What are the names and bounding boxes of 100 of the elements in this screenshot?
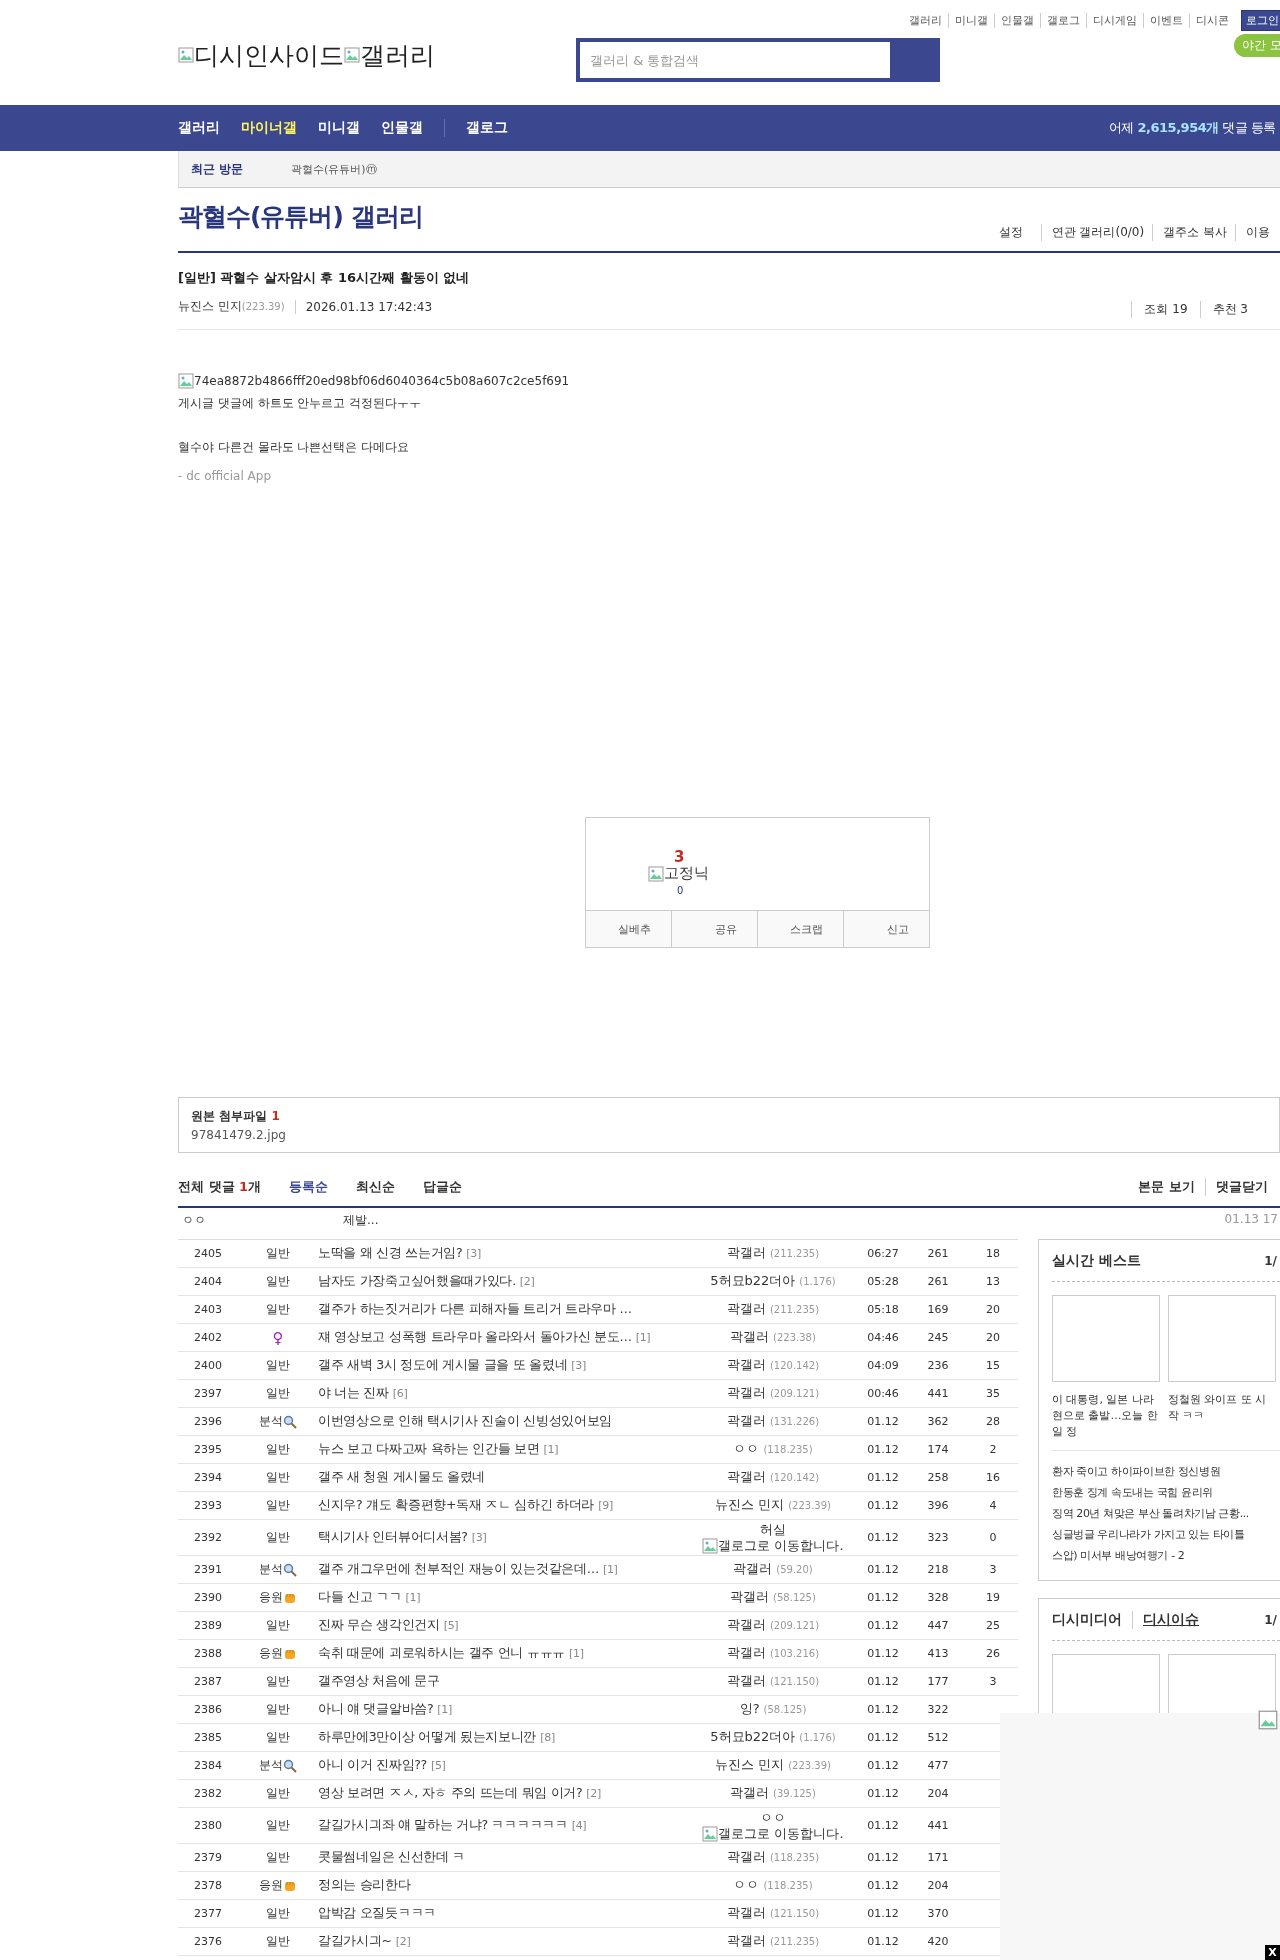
writer-name[interactable]: 곽갤러 (118.235) <box>726 1849 820 1866</box>
post-row[interactable]: 2390 응원 다들 신고 ㄱㄱ [1] 곽갤러 (58.125) 01.12 328 19 <box>178 1584 1018 1612</box>
writer-name[interactable]: 곽갤러 (120.142) <box>726 1469 820 1486</box>
post-link[interactable]: 신지우? 걔도 확증편향+독재 ㅈㄴ 심하긴 하더라 [9] <box>318 1497 688 1514</box>
post-link[interactable]: 압박감 오질듯ㅋㅋㅋ <box>318 1905 688 1922</box>
post-row[interactable]: 2387 일반 갤주영상 처음에 문구 곽갤러 (121.150) 01.12 177 3 <box>178 1668 1018 1696</box>
post-link[interactable]: 갤주 새벽 3시 정도에 게시물 글을 또 올렸네 [3] <box>318 1357 688 1374</box>
post-link[interactable]: 아니 얘 댓글알바씀? [1] <box>318 1701 688 1718</box>
post-link[interactable]: 숙취 때문에 괴로워하시는 갤주 언니 ㅠㅠㅠ [1] <box>318 1645 688 1662</box>
post-link[interactable]: 영상 보려면 ㅈㅅ, 자ㅎ 주의 뜨는데 뭐임 이거? [2] <box>318 1785 688 1802</box>
writer-name[interactable]: 5허묘b22더아 (1.176) <box>710 1729 836 1746</box>
best-post-link[interactable]: 정철원 와이프 또 시작 ㅋㅋ <box>1168 1392 1276 1424</box>
gallery-tool-link[interactable]: 연관 갤러리(0/0) <box>1040 224 1153 241</box>
nav-tab[interactable]: 마이너갤 <box>241 119 297 137</box>
writer-name[interactable]: 곽갤러 (223.38) <box>730 1329 816 1346</box>
writer-name[interactable]: ㅇㅇ <box>760 1809 786 1826</box>
top-link[interactable]: 이벤트 <box>1143 13 1189 28</box>
writer-name[interactable]: 뉴진스 민지 (223.39) <box>715 1757 831 1774</box>
sort-tab[interactable]: 최신순 <box>356 1178 396 1196</box>
site-logo[interactable]: 디시인사이드 갤러리 <box>178 38 435 72</box>
writer-name[interactable]: 곽갤러 (209.121) <box>726 1617 820 1634</box>
post-link[interactable]: 콧물썸네일은 신선한데 ㅋ <box>318 1849 688 1866</box>
writer-name[interactable]: 곽갤러 (131.226) <box>726 1413 820 1430</box>
post-link[interactable]: 남자도 가장죽고싶어했을때가있다. [2] <box>318 1273 688 1290</box>
best-post-link[interactable]: 싱글벙글 우리나라가 가지고 있는 타이틀 <box>1052 1524 1280 1545</box>
gallery-tool-link[interactable]: 이용 <box>1235 224 1278 241</box>
writer-name[interactable]: 곽갤러 (103.216) <box>726 1645 820 1662</box>
top-link[interactable]: 갤로그 <box>1040 13 1086 28</box>
post-row[interactable]: 2402 ♀ 쟤 영상보고 성폭행 트라우마 올라와서 돌아가신 분도… [1] 곽갤러 (223.38) 04:46 245 20 <box>178 1324 1018 1352</box>
post-link[interactable]: 다들 신고 ㄱㄱ [1] <box>318 1589 688 1606</box>
best-post-link[interactable]: 이 대통령, 일본 나라현으로 출발…오늘 한일 정 <box>1052 1392 1160 1440</box>
nav-tab[interactable]: 갤러리 <box>178 119 220 137</box>
best-post-link[interactable]: 스압) 미서부 배낭여행기 - 2 <box>1052 1545 1280 1566</box>
gallery-tool-link[interactable]: 갤주소 복사 <box>1152 224 1235 241</box>
best-post-link[interactable]: 징역 20년 쳐맞은 부산 돌려차기남 근황... <box>1052 1503 1280 1524</box>
action-button[interactable]: 실베추 <box>586 911 671 947</box>
post-author[interactable]: 뉴진스 민지 <box>178 298 242 315</box>
post-row[interactable]: 2404 일반 남자도 가장죽고싶어했을때가있다. [2] 5허묘b22더아 (1.176) 05:28 261 13 <box>178 1268 1018 1296</box>
gallog-alt-text[interactable]: 갤로그로 이동합니다. <box>718 1537 844 1554</box>
post-link[interactable]: 아니 이거 진짜임?? [5] <box>318 1757 688 1774</box>
comment-tool-link[interactable]: 댓글닫기 <box>1205 1178 1278 1196</box>
writer-name[interactable]: 잉? (58.125) <box>739 1701 807 1718</box>
post-row[interactable]: 2391 분석 갤주 개그우먼에 천부적인 재능이 있는것같은데… [1] 곽갤러 (59.20) 01.12 218 3 <box>178 1556 1018 1584</box>
writer-name[interactable]: ㅇㅇ (118.235) <box>733 1877 813 1894</box>
post-link[interactable]: 택시기사 인터뷰어디서봄? [3] <box>318 1529 688 1546</box>
nav-tab[interactable]: 인물갤 <box>381 119 423 137</box>
top-link[interactable]: 인물갤 <box>994 13 1040 28</box>
writer-name[interactable]: 곽갤러 (209.121) <box>726 1385 820 1402</box>
writer-name[interactable]: 곽갤러 (120.142) <box>726 1357 820 1374</box>
writer-name[interactable]: 곽갤러 (121.150) <box>726 1905 820 1922</box>
sort-tab[interactable]: 답글순 <box>423 1178 463 1196</box>
post-row[interactable]: 2393 일반 신지우? 걔도 확증편향+독재 ㅈㄴ 심하긴 하더라 [9] 뉴진스 민지 (223.39) 01.12 396 4 <box>178 1492 1018 1520</box>
thumbnail-frame[interactable] <box>1052 1295 1160 1382</box>
thumbnail-frame[interactable] <box>1168 1295 1276 1382</box>
post-link[interactable]: 갤주 새 청원 게시물도 올렸네 <box>318 1469 688 1486</box>
post-row[interactable]: 2400 일반 갤주 새벽 3시 정도에 게시물 글을 또 올렸네 [3] 곽갤러 (120.142) 04:09 236 15 <box>178 1352 1018 1380</box>
writer-name[interactable]: 곽갤러 (58.125) <box>730 1589 816 1606</box>
writer-name[interactable]: 곽갤러 (59.20) <box>733 1561 813 1578</box>
gallog-alt-text[interactable]: 갤로그로 이동합니다. <box>718 1825 844 1842</box>
writer-name[interactable]: 뉴진스 민지 (223.39) <box>715 1497 831 1514</box>
nav-tab[interactable]: 미니갤 <box>318 119 360 137</box>
close-button[interactable]: X <box>1265 1945 1280 1960</box>
comment-tool-link[interactable]: 본문 보기 <box>1128 1178 1205 1196</box>
sort-tab[interactable]: 등록순 <box>289 1178 329 1196</box>
post-row[interactable]: 2395 일반 뉴스 보고 다짜고짜 욕하는 인간들 보면 [1] ㅇㅇ (118.235) 01.12 174 2 <box>178 1436 1018 1464</box>
writer-name[interactable]: ㅇㅇ (118.235) <box>733 1441 813 1458</box>
post-link[interactable]: 정의는 승리한다 <box>318 1877 688 1894</box>
post-link[interactable]: 노딱을 왜 신경 쓰는거임? [3] <box>318 1245 688 1262</box>
post-link[interactable]: 쟤 영상보고 성폭행 트라우마 올라와서 돌아가신 분도… [1] <box>318 1329 688 1346</box>
top-link[interactable]: 갤러리 <box>903 13 948 28</box>
post-link[interactable]: 하루만에3만이상 어떻게 됬는지보니깐 [8] <box>318 1729 688 1746</box>
search-field[interactable]: 갤러리 & 통합검색 <box>580 42 890 78</box>
gallery-tool-link[interactable]: 설정 <box>988 224 1031 241</box>
panel-tab[interactable]: 디시이슈 <box>1132 1610 1199 1629</box>
post-link[interactable]: 뉴스 보고 다짜고짜 욕하는 인간들 보면 [1] <box>318 1441 688 1458</box>
action-button[interactable]: 신고 <box>843 911 929 947</box>
post-row[interactable]: 2396 분석 이번영상으로 인해 택시기사 진술이 신빙성있어보임 곽갤러 (131.226) 01.12 362 28 <box>178 1408 1018 1436</box>
post-link[interactable]: 갤주가 하는짓거리가 다른 피해자들 트리거 트라우마 … <box>318 1301 688 1318</box>
post-link[interactable]: 갤주 개그우먼에 천부적인 재능이 있는것같은데… [1] <box>318 1561 688 1578</box>
post-link[interactable]: 갈길가시긔좌 얘 말하는 거냐? ㅋㅋㅋㅋㅋㅋ [4] <box>318 1817 688 1834</box>
post-link[interactable]: 진짜 무슨 생각인건지 [5] <box>318 1617 688 1634</box>
attachment-file-link[interactable]: 97841479.2.jpg <box>191 1128 1267 1142</box>
recent-gallery-link[interactable]: 곽혈수(유튜버)ⓜ <box>291 161 377 177</box>
post-link[interactable]: 갤주영상 처음에 문구 <box>318 1673 688 1690</box>
writer-name[interactable]: 곽갤러 (39.125) <box>730 1785 816 1802</box>
nav-tab[interactable]: 갤로그 <box>444 119 508 137</box>
action-button[interactable]: 공유 <box>671 911 757 947</box>
writer-name[interactable]: 곽갤러 (211.235) <box>726 1245 820 1262</box>
writer-name[interactable]: 5허묘b22더아 (1.176) <box>710 1273 836 1290</box>
top-link[interactable]: 디시게임 <box>1086 13 1143 28</box>
post-row[interactable]: 2394 일반 갤주 새 청원 게시물도 올렸네 곽갤러 (120.142) 01.12 258 16 <box>178 1464 1018 1492</box>
post-row[interactable]: 2392 일반 택시기사 인터뷰어디서봄? [3] 허실 갤로그로 이동합니다. 01.12 323 0 <box>178 1520 1018 1556</box>
post-row[interactable]: 2389 일반 진짜 무슨 생각인건지 [5] 곽갤러 (209.121) 01.12 447 25 <box>178 1612 1018 1640</box>
writer-name[interactable]: 허실 <box>760 1521 786 1538</box>
action-button[interactable]: 스크랩 <box>757 911 843 947</box>
writer-name[interactable]: 곽갤러 (121.150) <box>726 1673 820 1690</box>
writer-name[interactable]: 곽갤러 (211.235) <box>726 1301 820 1318</box>
post-link[interactable]: 이번영상으로 인해 택시기사 진술이 신빙성있어보임 <box>318 1413 688 1430</box>
post-row[interactable]: 2388 응원 숙취 때문에 괴로워하시는 갤주 언니 ㅠㅠㅠ [1] 곽갤러 (103.216) 01.12 413 26 <box>178 1640 1018 1668</box>
top-link[interactable]: 미니갤 <box>948 13 994 28</box>
